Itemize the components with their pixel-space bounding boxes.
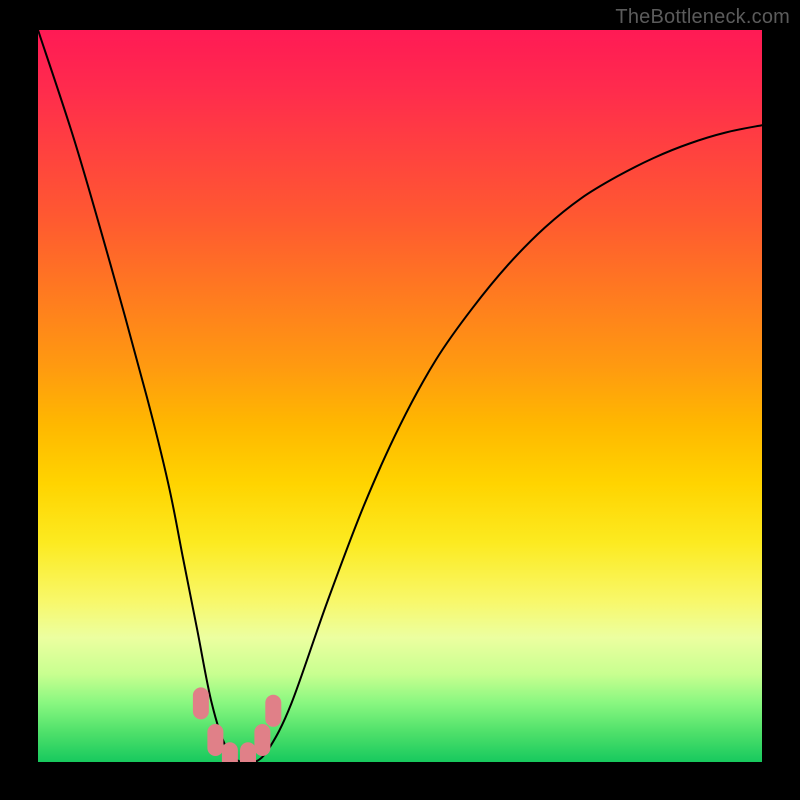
curve-marker bbox=[207, 724, 223, 756]
curve-marker bbox=[265, 695, 281, 727]
curve-marker bbox=[193, 687, 209, 719]
chart-plot-area bbox=[38, 30, 762, 762]
curve-marker bbox=[254, 724, 270, 756]
watermark-text: TheBottleneck.com bbox=[615, 6, 790, 29]
curve-marker bbox=[222, 742, 238, 762]
bottleneck-curve bbox=[38, 30, 762, 762]
curve-marker bbox=[240, 742, 256, 762]
